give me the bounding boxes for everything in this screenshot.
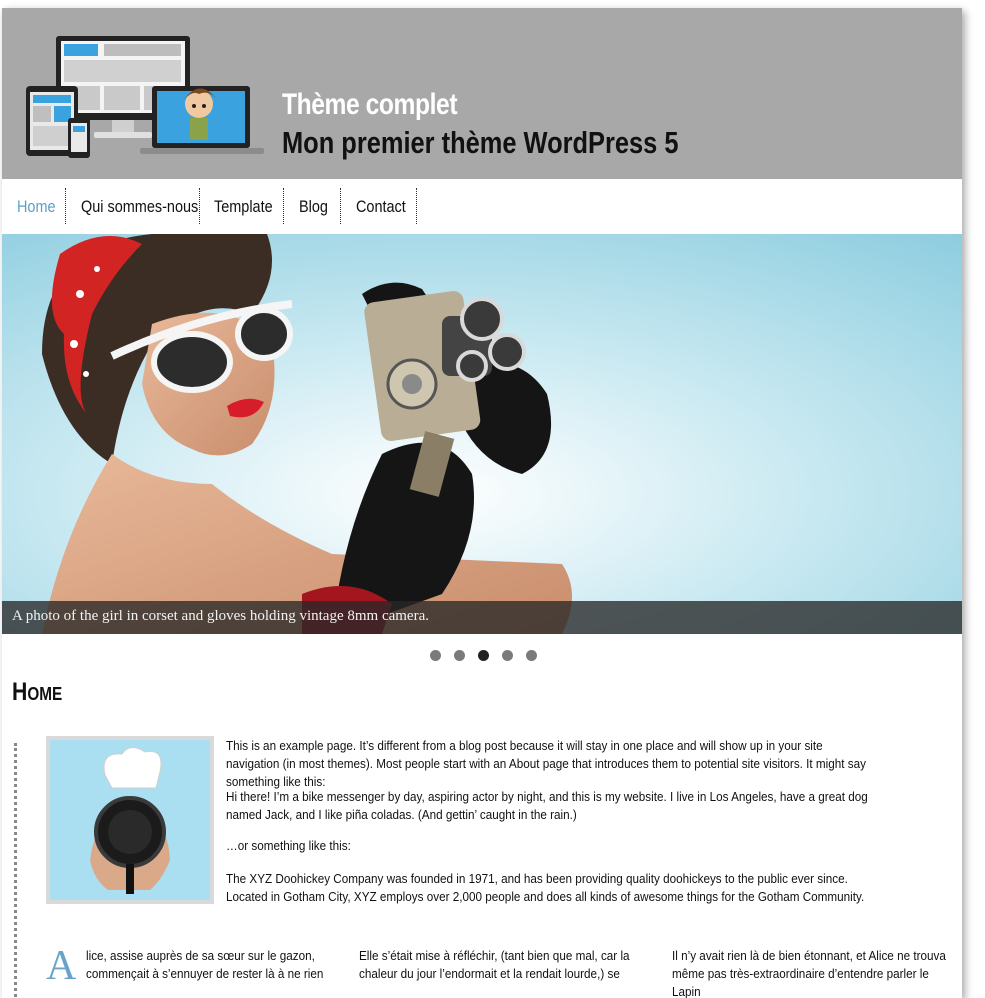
- slider-dot-2[interactable]: [454, 650, 465, 661]
- slider-dot-3[interactable]: [478, 650, 489, 661]
- nav-separator: [199, 188, 200, 224]
- text-column-1: lice, assise auprès de sa sœur sur le ga…: [86, 948, 324, 981]
- page-title: Home: [12, 678, 62, 707]
- nav-item-home[interactable]: Home: [17, 191, 56, 223]
- slide-caption-text: A photo of the girl in corset and gloves…: [12, 608, 429, 624]
- content-paragraph-3: …or something like this:: [226, 838, 351, 853]
- nav-item-qui-sommes-nous[interactable]: Qui sommes-nous: [81, 191, 198, 223]
- nav-separator: [283, 188, 284, 224]
- text-column-2: Elle s’était mise à réfléchir, (tant bie…: [359, 948, 630, 981]
- text-column-3: Il n’y avait rien là de bien étonnant, e…: [672, 948, 946, 998]
- site-header: Thème complet Mon premier thème WordPres…: [2, 8, 962, 179]
- slide-image: [2, 234, 962, 634]
- responsive-devices-logo: [26, 36, 264, 158]
- featured-image: [46, 736, 214, 904]
- dropcap-letter: A: [46, 943, 77, 989]
- site-title[interactable]: Thème complet: [282, 88, 458, 122]
- slider-dot-5[interactable]: [526, 650, 537, 661]
- chef-pan-image: [50, 740, 210, 900]
- nav-separator: [416, 188, 417, 224]
- nav-item-contact[interactable]: Contact: [356, 191, 406, 223]
- slide-caption: A photo of the girl in corset and gloves…: [2, 601, 962, 634]
- hero-slider[interactable]: A photo of the girl in corset and gloves…: [2, 234, 962, 634]
- content-dotted-border: [14, 743, 17, 998]
- nav-separator: [340, 188, 341, 224]
- nav-item-template[interactable]: Template: [214, 191, 273, 223]
- page-title-text: Home: [12, 678, 63, 706]
- main-navigation: Home Qui sommes-nous Template Blog Conta…: [2, 179, 962, 234]
- content-paragraph-1: This is an example page. It’s different …: [226, 738, 866, 789]
- slider-dot-4[interactable]: [502, 650, 513, 661]
- content-paragraph-2: Hi there! I’m a bike messenger by day, a…: [226, 789, 868, 822]
- content-paragraph-4: The XYZ Doohickey Company was founded in…: [226, 871, 865, 904]
- nav-separator: [65, 188, 66, 224]
- site-description: Mon premier thème WordPress 5: [282, 125, 679, 160]
- page-wrapper: Thème complet Mon premier thème WordPres…: [2, 8, 962, 998]
- site-logo[interactable]: [24, 34, 264, 162]
- slider-dot-1[interactable]: [430, 650, 441, 661]
- nav-item-blog[interactable]: Blog: [299, 191, 328, 223]
